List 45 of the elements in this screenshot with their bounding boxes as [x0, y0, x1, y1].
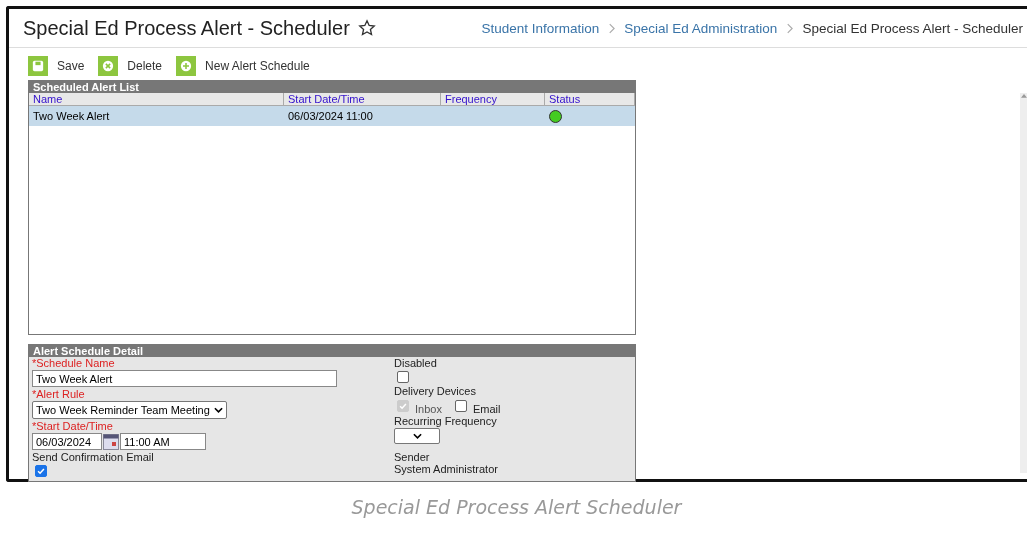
panel-title: Scheduled Alert List [29, 81, 635, 93]
calendar-icon[interactable] [103, 433, 119, 450]
field-label: *Start Date/Time [32, 420, 113, 432]
checkbox[interactable] [454, 400, 467, 412]
field-label: Disabled [394, 357, 437, 369]
save-button[interactable]: Save [28, 56, 85, 76]
column-header[interactable]: Name [29, 93, 284, 105]
caret-icon [412, 433, 422, 439]
column-header[interactable]: Frequency [441, 93, 545, 105]
sender-name: System Administrator [394, 463, 498, 475]
field-label: Delivery Devices [394, 385, 476, 397]
schedule-name-field[interactable]: Two Week Alert [32, 370, 337, 387]
chevron-icon [608, 22, 616, 34]
table-cell-text: Two Week Alert [32, 110, 111, 122]
new-button[interactable]: New Alert Schedule [176, 56, 310, 76]
breadcrumb-link[interactable]: Special Ed Administration [624, 20, 778, 36]
field-label: Recurring Frequency [394, 415, 497, 427]
scrollbar[interactable] [1020, 93, 1027, 473]
column-header[interactable]: Start Date/Time [284, 93, 441, 105]
alert-rule-dropdown[interactable]: Two Week Reminder Team Meeting [32, 401, 227, 419]
star-icon[interactable] [357, 19, 376, 37]
field-label: *Schedule Name [32, 357, 115, 369]
scroll-up-icon[interactable] [1020, 93, 1027, 98]
table-cell-text: 06/03/2024 11:00 [287, 110, 374, 122]
breadcrumb-current: Special Ed Process Alert - Scheduler [802, 20, 1023, 36]
chevron-icon [786, 22, 794, 34]
field-label: *Alert Rule [32, 388, 85, 400]
frequency-dropdown[interactable] [394, 428, 440, 444]
column-header[interactable]: Status [545, 93, 635, 105]
checkbox[interactable] [397, 371, 409, 383]
time-field[interactable]: 11:00 AM [120, 433, 206, 450]
checkbox-label: Inbox [415, 403, 442, 415]
date-field[interactable]: 06/03/2024 [32, 433, 102, 450]
figure-caption: Special Ed Process Alert Scheduler [350, 496, 684, 518]
delete-button[interactable]: Delete [98, 56, 163, 76]
page-title: Special Ed Process Alert - Scheduler [23, 16, 350, 40]
alert-row[interactable]: Two Week Alert 06/03/2024 11:00 [29, 106, 635, 126]
caret-icon [213, 407, 223, 413]
checkbox[interactable] [35, 465, 47, 477]
field-label: Send Confirmation Email [32, 451, 154, 463]
floppy-icon [28, 56, 48, 76]
breadcrumb-link[interactable]: Student Information [481, 20, 600, 36]
field-label: Sender [394, 451, 430, 463]
checkbox-label: Email [472, 403, 501, 415]
panel-title: Alert Schedule Detail [29, 345, 635, 357]
